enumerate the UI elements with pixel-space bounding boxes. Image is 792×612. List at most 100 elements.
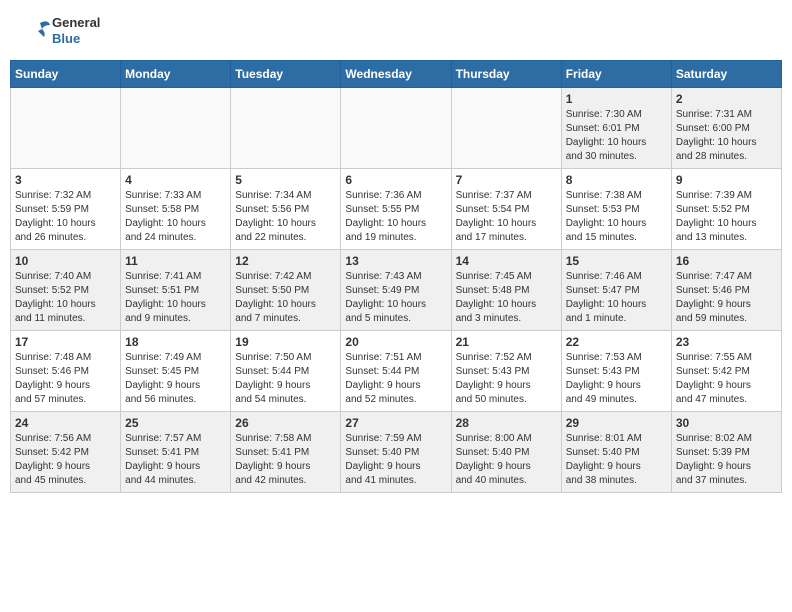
- day-info: Sunrise: 7:32 AM Sunset: 5:59 PM Dayligh…: [15, 189, 116, 245]
- day-number: 10: [15, 254, 116, 268]
- calendar-cell: 14 Sunrise: 7:45 AM Sunset: 5:48 PM Dayli…: [451, 250, 561, 331]
- day-info: Sunrise: 7:52 AM Sunset: 5:43 PM Dayligh…: [456, 351, 557, 407]
- day-info: Sunrise: 7:47 AM Sunset: 5:46 PM Dayligh…: [676, 270, 777, 326]
- day-number: 26: [235, 416, 336, 430]
- weekday-header-thursday: Thursday: [451, 61, 561, 88]
- calendar-cell: 5 Sunrise: 7:34 AM Sunset: 5:56 PM Daylig…: [231, 169, 341, 250]
- day-number: 7: [456, 173, 557, 187]
- weekday-header-row: SundayMondayTuesdayWednesdayThursdayFrid…: [11, 61, 782, 88]
- day-number: 17: [15, 335, 116, 349]
- day-number: 23: [676, 335, 777, 349]
- day-info: Sunrise: 7:56 AM Sunset: 5:42 PM Dayligh…: [15, 432, 116, 488]
- day-number: 3: [15, 173, 116, 187]
- calendar-cell: [231, 88, 341, 169]
- day-number: 2: [676, 92, 777, 106]
- page-wrapper: General Blue SundayMondayTuesdayWednesda…: [10, 10, 782, 493]
- calendar-cell: 1 Sunrise: 7:30 AM Sunset: 6:01 PM Daylig…: [561, 88, 671, 169]
- day-info: Sunrise: 7:30 AM Sunset: 6:01 PM Dayligh…: [566, 108, 667, 164]
- week-row-1: 3 Sunrise: 7:32 AM Sunset: 5:59 PM Daylig…: [11, 169, 782, 250]
- day-number: 30: [676, 416, 777, 430]
- day-info: Sunrise: 7:43 AM Sunset: 5:49 PM Dayligh…: [345, 270, 446, 326]
- weekday-header-friday: Friday: [561, 61, 671, 88]
- day-number: 1: [566, 92, 667, 106]
- day-info: Sunrise: 8:00 AM Sunset: 5:40 PM Dayligh…: [456, 432, 557, 488]
- day-number: 9: [676, 173, 777, 187]
- calendar-cell: 3 Sunrise: 7:32 AM Sunset: 5:59 PM Daylig…: [11, 169, 121, 250]
- day-number: 20: [345, 335, 446, 349]
- calendar-cell: 6 Sunrise: 7:36 AM Sunset: 5:55 PM Daylig…: [341, 169, 451, 250]
- day-info: Sunrise: 7:58 AM Sunset: 5:41 PM Dayligh…: [235, 432, 336, 488]
- calendar-cell: 13 Sunrise: 7:43 AM Sunset: 5:49 PM Dayli…: [341, 250, 451, 331]
- calendar-cell: 7 Sunrise: 7:37 AM Sunset: 5:54 PM Daylig…: [451, 169, 561, 250]
- calendar-cell: [341, 88, 451, 169]
- day-number: 12: [235, 254, 336, 268]
- day-number: 15: [566, 254, 667, 268]
- day-info: Sunrise: 7:38 AM Sunset: 5:53 PM Dayligh…: [566, 189, 667, 245]
- day-info: Sunrise: 7:45 AM Sunset: 5:48 PM Dayligh…: [456, 270, 557, 326]
- day-info: Sunrise: 7:37 AM Sunset: 5:54 PM Dayligh…: [456, 189, 557, 245]
- day-number: 14: [456, 254, 557, 268]
- calendar-cell: 23Sunrise: 7:55 AM Sunset: 5:42 PM Dayli…: [671, 331, 781, 412]
- weekday-header-tuesday: Tuesday: [231, 61, 341, 88]
- week-row-2: 10 Sunrise: 7:40 AM Sunset: 5:52 PM Dayli…: [11, 250, 782, 331]
- calendar-cell: 4Sunrise: 7:33 AM Sunset: 5:58 PM Daylig…: [121, 169, 231, 250]
- day-info: Sunrise: 7:34 AM Sunset: 5:56 PM Dayligh…: [235, 189, 336, 245]
- calendar-cell: 27 Sunrise: 7:59 AM Sunset: 5:40 PM Dayli…: [341, 412, 451, 493]
- day-number: 28: [456, 416, 557, 430]
- calendar-cell: 10 Sunrise: 7:40 AM Sunset: 5:52 PM Dayli…: [11, 250, 121, 331]
- calendar-cell: 11 Sunrise: 7:41 AM Sunset: 5:51 PM Dayli…: [121, 250, 231, 331]
- day-info: Sunrise: 8:02 AM Sunset: 5:39 PM Dayligh…: [676, 432, 777, 488]
- calendar-cell: 29 Sunrise: 8:01 AM Sunset: 5:40 PM Dayli…: [561, 412, 671, 493]
- calendar-cell: [451, 88, 561, 169]
- week-row-3: 17Sunrise: 7:48 AM Sunset: 5:46 PM Dayli…: [11, 331, 782, 412]
- day-info: Sunrise: 7:53 AM Sunset: 5:43 PM Dayligh…: [566, 351, 667, 407]
- calendar-cell: 2 Sunrise: 7:31 AM Sunset: 6:00 PM Daylig…: [671, 88, 781, 169]
- calendar-cell: 17Sunrise: 7:48 AM Sunset: 5:46 PM Dayli…: [11, 331, 121, 412]
- day-number: 13: [345, 254, 446, 268]
- week-row-4: 24 Sunrise: 7:56 AM Sunset: 5:42 PM Dayli…: [11, 412, 782, 493]
- day-info: Sunrise: 7:59 AM Sunset: 5:40 PM Dayligh…: [345, 432, 446, 488]
- calendar-cell: 22Sunrise: 7:53 AM Sunset: 5:43 PM Dayli…: [561, 331, 671, 412]
- calendar-cell: [11, 88, 121, 169]
- calendar-cell: [121, 88, 231, 169]
- logo-bird-icon: [20, 15, 52, 47]
- day-info: Sunrise: 8:01 AM Sunset: 5:40 PM Dayligh…: [566, 432, 667, 488]
- week-row-0: 1 Sunrise: 7:30 AM Sunset: 6:01 PM Daylig…: [11, 88, 782, 169]
- day-info: Sunrise: 7:41 AM Sunset: 5:51 PM Dayligh…: [125, 270, 226, 326]
- calendar-cell: 24 Sunrise: 7:56 AM Sunset: 5:42 PM Dayli…: [11, 412, 121, 493]
- calendar-cell: 21 Sunrise: 7:52 AM Sunset: 5:43 PM Dayli…: [451, 331, 561, 412]
- day-number: 21: [456, 335, 557, 349]
- day-info: Sunrise: 7:31 AM Sunset: 6:00 PM Dayligh…: [676, 108, 777, 164]
- calendar-cell: 9Sunrise: 7:39 AM Sunset: 5:52 PM Daylig…: [671, 169, 781, 250]
- day-number: 18: [125, 335, 226, 349]
- day-number: 19: [235, 335, 336, 349]
- day-number: 6: [345, 173, 446, 187]
- day-info: Sunrise: 7:36 AM Sunset: 5:55 PM Dayligh…: [345, 189, 446, 245]
- calendar-table: SundayMondayTuesdayWednesdayThursdayFrid…: [10, 60, 782, 493]
- logo-text: General Blue: [20, 15, 100, 47]
- day-info: Sunrise: 7:46 AM Sunset: 5:47 PM Dayligh…: [566, 270, 667, 326]
- day-number: 4: [125, 173, 226, 187]
- calendar-cell: 15 Sunrise: 7:46 AM Sunset: 5:47 PM Dayli…: [561, 250, 671, 331]
- calendar-cell: 26 Sunrise: 7:58 AM Sunset: 5:41 PM Dayli…: [231, 412, 341, 493]
- day-info: Sunrise: 7:51 AM Sunset: 5:44 PM Dayligh…: [345, 351, 446, 407]
- weekday-header-wednesday: Wednesday: [341, 61, 451, 88]
- weekday-header-saturday: Saturday: [671, 61, 781, 88]
- calendar-cell: 16Sunrise: 7:47 AM Sunset: 5:46 PM Dayli…: [671, 250, 781, 331]
- calendar-cell: 8Sunrise: 7:38 AM Sunset: 5:53 PM Daylig…: [561, 169, 671, 250]
- day-number: 24: [15, 416, 116, 430]
- calendar-cell: 20 Sunrise: 7:51 AM Sunset: 5:44 PM Dayli…: [341, 331, 451, 412]
- calendar-cell: 28 Sunrise: 8:00 AM Sunset: 5:40 PM Dayli…: [451, 412, 561, 493]
- calendar-cell: 30 Sunrise: 8:02 AM Sunset: 5:39 PM Dayli…: [671, 412, 781, 493]
- calendar-cell: 18Sunrise: 7:49 AM Sunset: 5:45 PM Dayli…: [121, 331, 231, 412]
- day-number: 25: [125, 416, 226, 430]
- calendar-cell: 19 Sunrise: 7:50 AM Sunset: 5:44 PM Dayli…: [231, 331, 341, 412]
- day-number: 29: [566, 416, 667, 430]
- day-info: Sunrise: 7:40 AM Sunset: 5:52 PM Dayligh…: [15, 270, 116, 326]
- weekday-header-monday: Monday: [121, 61, 231, 88]
- day-info: Sunrise: 7:50 AM Sunset: 5:44 PM Dayligh…: [235, 351, 336, 407]
- calendar-cell: 25Sunrise: 7:57 AM Sunset: 5:41 PM Dayli…: [121, 412, 231, 493]
- day-number: 5: [235, 173, 336, 187]
- day-number: 11: [125, 254, 226, 268]
- day-number: 27: [345, 416, 446, 430]
